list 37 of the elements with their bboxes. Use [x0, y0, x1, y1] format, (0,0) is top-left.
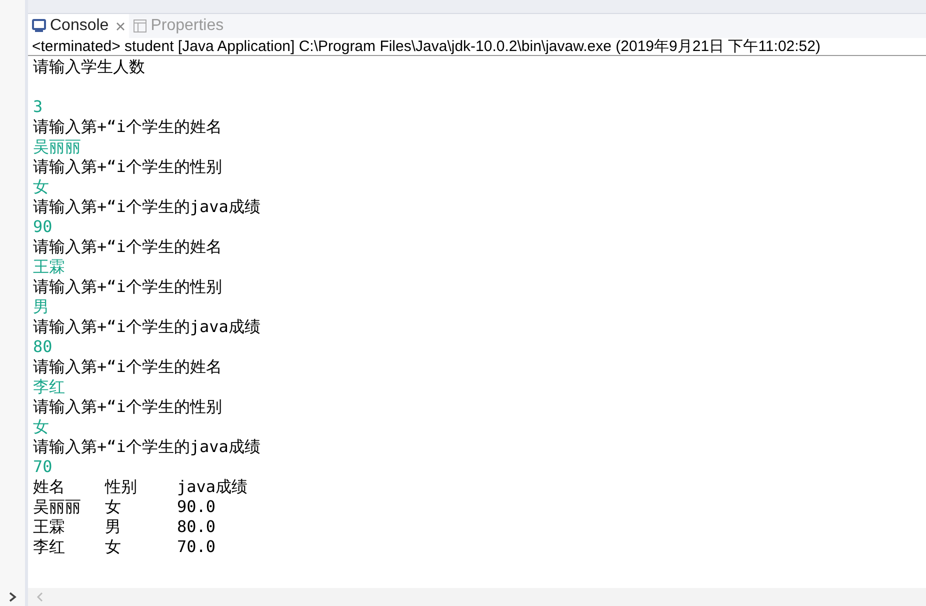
table-cell-text: 男	[105, 517, 122, 537]
output-text: 请输入第+“i个学生的姓名	[33, 237, 222, 256]
close-icon[interactable]	[116, 22, 125, 30]
output-text: 请输入第+“i个学生的性别	[33, 397, 222, 416]
output-text: 请输入第+“i个学生的java成绩	[33, 197, 260, 216]
input-text: 男	[33, 297, 49, 316]
table-cell-text: 80.0	[177, 517, 217, 537]
input-text: 90	[33, 217, 52, 236]
panel-tab[interactable]: Console	[28, 14, 129, 38]
table-cell-text: 女	[105, 497, 122, 517]
table-cell-text: 李红	[33, 537, 66, 557]
input-text: 80	[33, 337, 52, 356]
table-cell-text: 王霖	[33, 517, 66, 537]
output-text: 请输入第+“i个学生的java成绩	[33, 317, 260, 336]
table-cell-text: 姓名	[33, 477, 66, 497]
input-text: 李红	[33, 377, 65, 396]
output-text: 请输入第+“i个学生的性别	[33, 157, 222, 176]
input-text: 吴丽丽	[33, 137, 81, 156]
input-text: 70	[33, 457, 52, 476]
table-cell-text: 90.0	[177, 497, 217, 517]
output-text: 请输入第+“i个学生的姓名	[33, 117, 222, 136]
table-cell-text: 女	[105, 537, 122, 557]
input-text: 女	[33, 177, 49, 196]
input-text: 女	[33, 417, 49, 436]
table-cell-text: 70.0	[177, 537, 217, 557]
input-text: 王霖	[33, 257, 65, 276]
status-line: <terminated> student [Java Application] C:\Program Files\Java\jdk-10.0.2\bin\javaw.exe (2019年9月21日 下午11:02:52)	[28, 38, 926, 56]
properties-icon	[132, 19, 147, 33]
output-text: 请输入第+“i个学生的性别	[33, 277, 222, 296]
output-text: 请输入学生人数	[33, 57, 145, 76]
console-icon	[32, 19, 46, 33]
table-cell-text: 性别	[105, 477, 138, 497]
input-text: 3	[33, 97, 43, 116]
output-text: 请输入第+“i个学生的姓名	[33, 357, 222, 376]
table-cell: java成绩	[177, 477, 249, 497]
table-cell-text: 吴丽丽	[33, 497, 82, 517]
output-text: 请输入第+“i个学生的java成绩	[33, 437, 260, 456]
